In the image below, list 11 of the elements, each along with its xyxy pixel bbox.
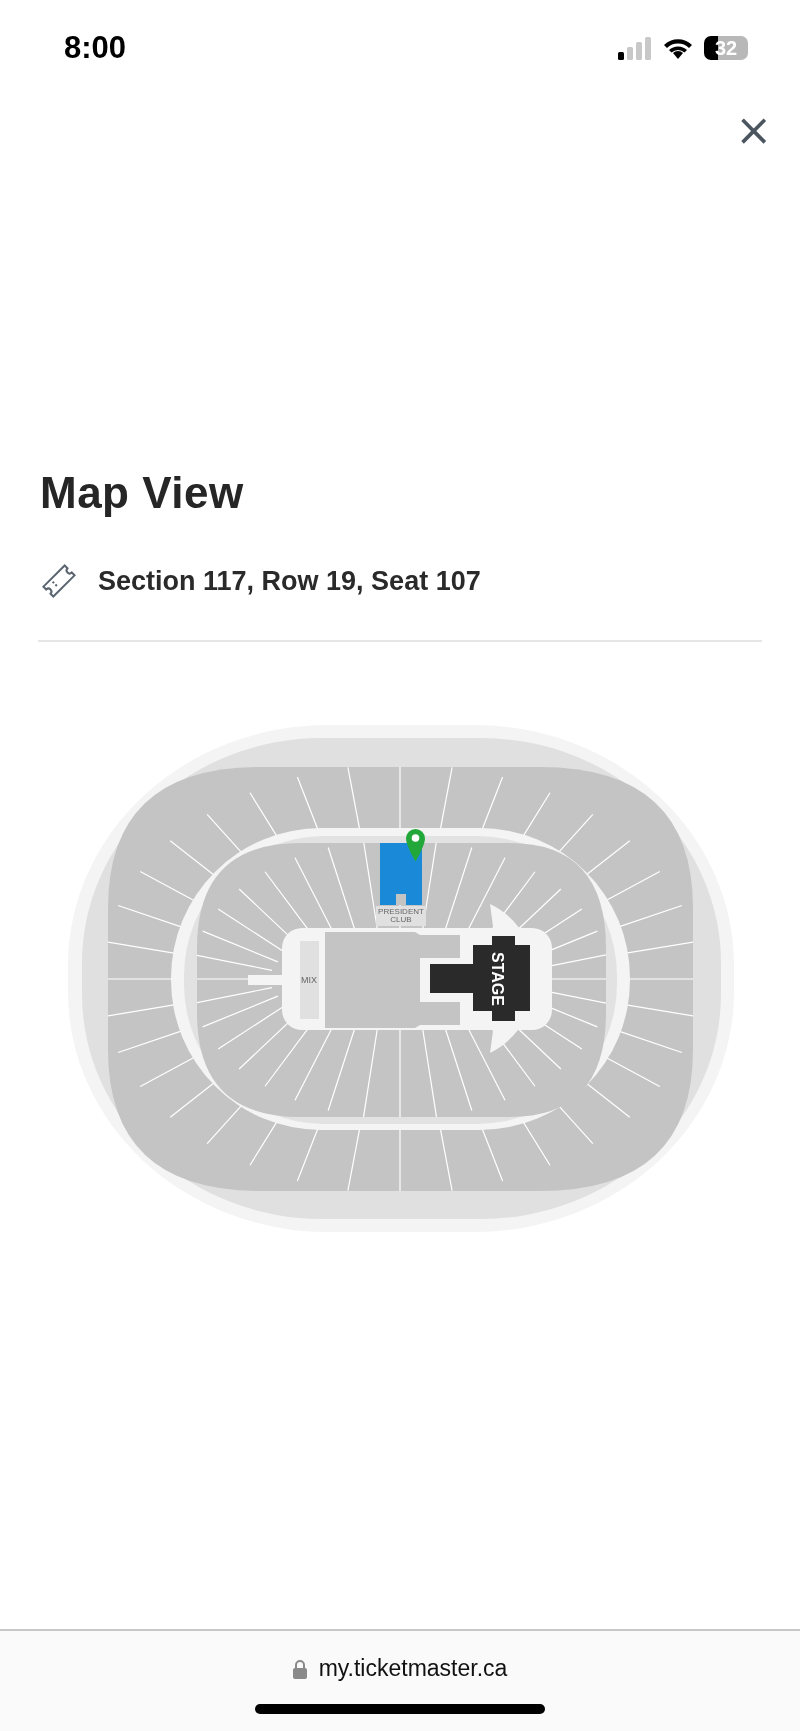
url-text[interactable]: my.ticketmaster.ca: [318, 1655, 508, 1682]
mix-label: MIX: [301, 975, 317, 985]
stage-label: STAGE: [488, 952, 506, 1006]
wifi-icon: [662, 36, 694, 60]
seat-info: Section 117, Row 19, Seat 107: [98, 565, 481, 597]
close-button[interactable]: ×: [735, 110, 772, 150]
page-title: Map View: [40, 468, 245, 518]
lock-icon: [292, 1658, 307, 1679]
clock: 8:00: [64, 30, 127, 66]
signal-icon: [618, 36, 652, 60]
club-label: PRESIDENT CLUB: [378, 907, 424, 924]
